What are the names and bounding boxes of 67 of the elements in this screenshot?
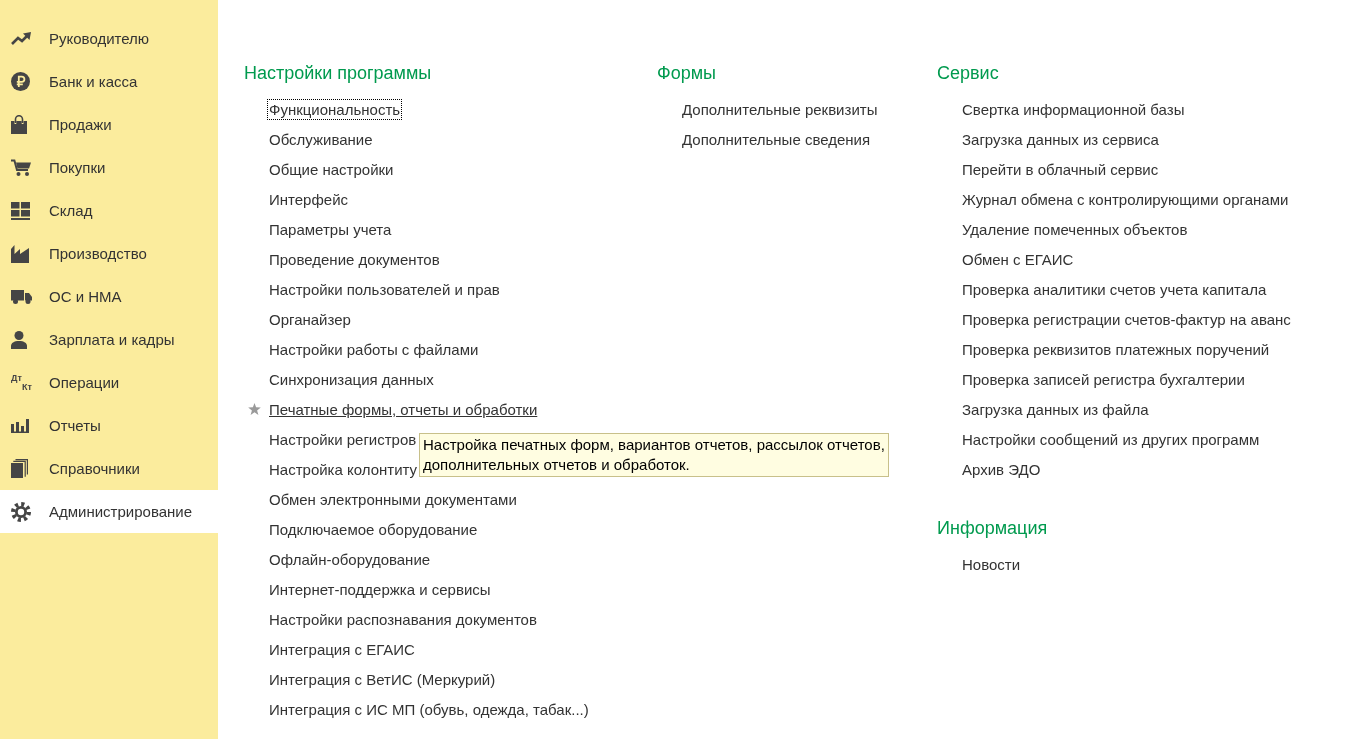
settings-link[interactable]: Органайзер — [267, 308, 353, 330]
section-heading: Сервис — [937, 62, 1000, 85]
settings-link[interactable]: Проверка регистрации счетов-фактур на аванс — [960, 308, 1293, 330]
settings-link[interactable]: Архив ЭДО — [960, 458, 1043, 480]
sidebar-item[interactable]: Руководителю — [0, 17, 218, 60]
sidebar-item[interactable]: Продажи — [0, 103, 218, 146]
sidebar-item[interactable]: Отчеты — [0, 404, 218, 447]
person-icon — [11, 330, 27, 349]
settings-link[interactable]: Функциональность — [267, 98, 403, 120]
settings-link[interactable]: Интернет-поддержка и сервисы — [267, 578, 493, 600]
sidebar-item[interactable]: Покупки — [0, 146, 218, 189]
sidebar-item[interactable]: Производство — [0, 232, 218, 275]
settings-link[interactable]: Удаление помеченных объектов — [960, 218, 1190, 240]
settings-link[interactable]: Настройки распознавания документов — [267, 608, 539, 630]
debit-credit-icon: Дт Кт — [11, 373, 32, 392]
settings-link[interactable]: Обслуживание — [267, 128, 375, 150]
sidebar-item[interactable]: Справочники — [0, 447, 218, 490]
truck-icon — [11, 289, 32, 304]
sidebar-item[interactable]: ОС и НМА — [0, 275, 218, 318]
settings-link[interactable]: Настройки работы с файлами — [267, 338, 481, 360]
section-heading: Формы — [657, 62, 718, 85]
books-icon — [11, 459, 28, 478]
bar-chart-icon — [11, 418, 29, 433]
settings-link[interactable]: Проверка аналитики счетов учета капитала — [960, 278, 1269, 300]
tooltip: Настройка печатных форм, вариантов отчетов, рассылок отчетов, дополнительных отчетов и обработок. — [419, 433, 889, 477]
settings-link[interactable]: Свертка информационной базы — [960, 98, 1187, 120]
settings-link[interactable]: Интеграция с ЕГАИС — [267, 638, 417, 660]
settings-link[interactable]: Интерфейс — [267, 188, 350, 210]
settings-link[interactable]: Офлайн-оборудование — [267, 548, 433, 570]
settings-link[interactable]: Настройки регистров — [267, 428, 419, 450]
section-heading: Информация — [937, 517, 1049, 540]
settings-link[interactable]: Обмен электронными документами — [267, 488, 519, 510]
sidebar-item[interactable]: Банк и касса — [0, 60, 218, 103]
settings-link[interactable]: Настройка колонтиту — [267, 458, 420, 480]
ruble-coin-icon — [11, 72, 30, 91]
factory-icon — [11, 244, 29, 263]
settings-link[interactable]: Интеграция с ВетИС (Меркурий) — [267, 668, 498, 690]
boxes-icon — [11, 201, 30, 220]
settings-link[interactable]: Загрузка данных из файла — [960, 398, 1151, 420]
settings-link[interactable]: Проведение документов — [267, 248, 442, 270]
settings-link[interactable]: Подключаемое оборудование — [267, 518, 480, 540]
cart-icon — [11, 159, 31, 176]
settings-link[interactable]: Параметры учета — [267, 218, 394, 240]
settings-link[interactable]: Дополнительные реквизиты — [680, 98, 880, 120]
settings-link[interactable]: Синхронизация данных — [267, 368, 436, 390]
settings-link[interactable]: Журнал обмена с контролирующими органами — [960, 188, 1291, 210]
sidebar-item[interactable]: Зарплата и кадры — [0, 318, 218, 361]
settings-link[interactable]: Дополнительные сведения — [680, 128, 873, 150]
settings-link[interactable]: Общие настройки — [267, 158, 396, 180]
settings-link[interactable]: Настройки сообщений из других программ — [960, 428, 1262, 450]
settings-link[interactable]: Настройки пользователей и прав — [267, 278, 502, 300]
settings-link[interactable]: Перейти в облачный сервис — [960, 158, 1161, 180]
sidebar-item[interactable]: Склад — [0, 189, 218, 232]
settings-link[interactable]: Проверка реквизитов платежных поручений — [960, 338, 1272, 360]
star-icon[interactable] — [248, 403, 261, 415]
settings-link[interactable]: Новости — [960, 553, 1023, 575]
trend-arrow-icon — [11, 32, 31, 45]
sidebar-item[interactable]: Дт Кт Операции — [0, 361, 218, 404]
settings-link[interactable]: Загрузка данных из сервиса — [960, 128, 1161, 150]
settings-link[interactable]: Интеграция с ИС МП (обувь, одежда, табак...) — [267, 698, 591, 720]
settings-icon — [11, 501, 31, 522]
settings-link[interactable]: Печатные формы, отчеты и обработки — [267, 398, 540, 420]
sidebar-item[interactable]: Администрирование — [0, 490, 218, 533]
settings-link[interactable]: Проверка записей регистра бухгалтерии — [960, 368, 1247, 390]
shopping-bag-icon — [11, 115, 27, 134]
section-heading: Настройки программы — [244, 62, 433, 85]
settings-link[interactable]: Обмен с ЕГАИС — [960, 248, 1076, 270]
